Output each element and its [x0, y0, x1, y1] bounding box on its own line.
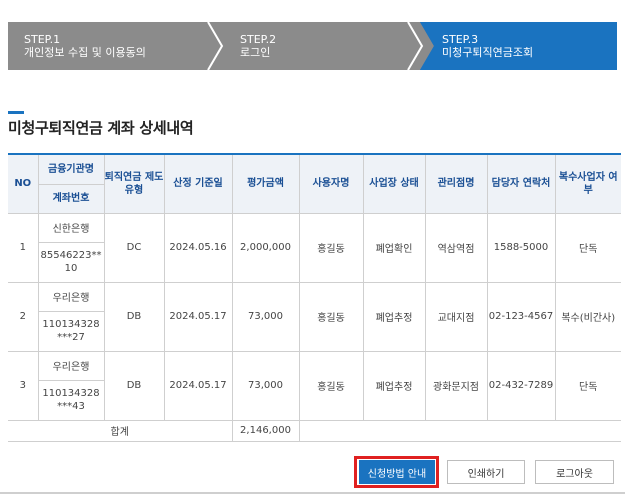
cell-amount: 73,000 — [231, 350, 300, 421]
header-no: NO — [8, 153, 39, 214]
cell-no: 2 — [8, 281, 39, 352]
step-1-label: STEP.1 — [24, 33, 61, 46]
cell-employer: 홍길동 — [298, 350, 364, 421]
cell-branch: 광화문지점 — [424, 350, 488, 421]
cell-multi-employer: 단독 — [554, 350, 621, 421]
header-plan-type: 퇴직연금 제도유형 — [103, 153, 165, 214]
cell-calc-date: 2024.05.17 — [163, 281, 233, 352]
cell-status: 폐업확인 — [362, 212, 426, 283]
total-amount: 2,146,000 — [231, 419, 300, 442]
cell-calc-date: 2024.05.16 — [163, 212, 233, 283]
cell-status: 폐업추정 — [362, 350, 426, 421]
header-institution: 금융기관명 — [37, 153, 105, 185]
pension-account-table: NO 금융기관명 퇴직연금 제도유형 산정 기준일 평가금액 사용자명 사업장 … — [8, 153, 621, 442]
header-amount: 평가금액 — [231, 153, 300, 214]
step-progress-bar: STEP.1 개인정보 수집 및 이용동의 STEP.2 로그인 STEP.3 … — [8, 22, 617, 70]
header-account: 계좌번호 — [38, 183, 104, 214]
cell-amount: 73,000 — [231, 281, 300, 352]
header-branch: 관리점명 — [424, 153, 488, 214]
total-label: 합계 — [8, 419, 233, 442]
section-title: 미청구퇴직연금 계좌 상세내역 — [8, 119, 194, 137]
apply-guide-button[interactable]: 신청방법 안내 — [359, 460, 435, 484]
table-row: 2 우리은행 DB 2024.05.17 73,000 홍길동 폐업추정 교대지… — [8, 281, 621, 352]
cell-institution: 우리은행 — [37, 281, 105, 312]
cell-plan-type: DB — [103, 281, 165, 352]
step-3-active: STEP.3 미청구퇴직연금조회 — [418, 22, 617, 70]
total-empty-cell — [298, 419, 621, 442]
logout-button[interactable]: 로그아웃 — [535, 460, 614, 484]
cell-contact: 02-123-4567 — [486, 281, 556, 352]
section-title-marker — [8, 111, 24, 114]
cell-branch: 교대지점 — [424, 281, 488, 352]
table-row: 3 우리은행 DB 2024.05.17 73,000 홍길동 폐업추정 광화문… — [8, 350, 621, 421]
cell-employer: 홍길동 — [298, 281, 364, 352]
cell-amount: 2,000,000 — [231, 212, 300, 283]
cell-account: 85546223**10 — [38, 241, 104, 283]
header-contact: 담당자 연락처 — [486, 153, 556, 214]
cell-plan-type: DC — [103, 212, 165, 283]
step-chevron-icon — [406, 22, 434, 70]
header-multi-employer: 복수사업자 여부 — [554, 153, 621, 214]
step-chevron-icon — [206, 22, 234, 70]
header-employer: 사용자명 — [298, 153, 364, 214]
print-button[interactable]: 인쇄하기 — [447, 460, 525, 484]
header-status: 사업장 상태 — [362, 153, 426, 214]
cell-multi-employer: 복수(비간사) — [554, 281, 621, 352]
cell-branch: 역삼역점 — [424, 212, 488, 283]
cell-account: 110134328***27 — [38, 310, 104, 352]
cell-institution: 신한은행 — [37, 212, 105, 243]
step-1: STEP.1 개인정보 수집 및 이용동의 — [8, 22, 218, 70]
step-2-label: STEP.2 — [240, 33, 277, 46]
cell-no: 1 — [8, 212, 39, 283]
cell-contact: 1588-5000 — [486, 212, 556, 283]
cell-status: 폐업추정 — [362, 281, 426, 352]
cell-plan-type: DB — [103, 350, 165, 421]
cell-multi-employer: 단독 — [554, 212, 621, 283]
header-calc-date: 산정 기준일 — [163, 153, 233, 214]
cell-institution: 우리은행 — [37, 350, 105, 381]
step-2: STEP.2 로그인 — [218, 22, 418, 70]
table-total-row: 합계 2,146,000 — [8, 419, 621, 442]
table-header-row: NO 금융기관명 퇴직연금 제도유형 산정 기준일 평가금액 사용자명 사업장 … — [8, 153, 621, 214]
cell-no: 3 — [8, 350, 39, 421]
step-1-text: 개인정보 수집 및 이용동의 — [24, 46, 146, 59]
step-2-text: 로그인 — [240, 46, 271, 59]
cell-account: 110134328***43 — [38, 379, 104, 421]
cell-calc-date: 2024.05.17 — [163, 350, 233, 421]
cell-employer: 홍길동 — [298, 212, 364, 283]
bottom-divider — [0, 492, 625, 494]
table-row: 1 신한은행 DC 2024.05.16 2,000,000 홍길동 폐업확인 … — [8, 212, 621, 283]
step-3-label: STEP.3 — [442, 33, 479, 46]
step-3-text: 미청구퇴직연금조회 — [442, 46, 534, 59]
cell-contact: 02-432-7289 — [486, 350, 556, 421]
